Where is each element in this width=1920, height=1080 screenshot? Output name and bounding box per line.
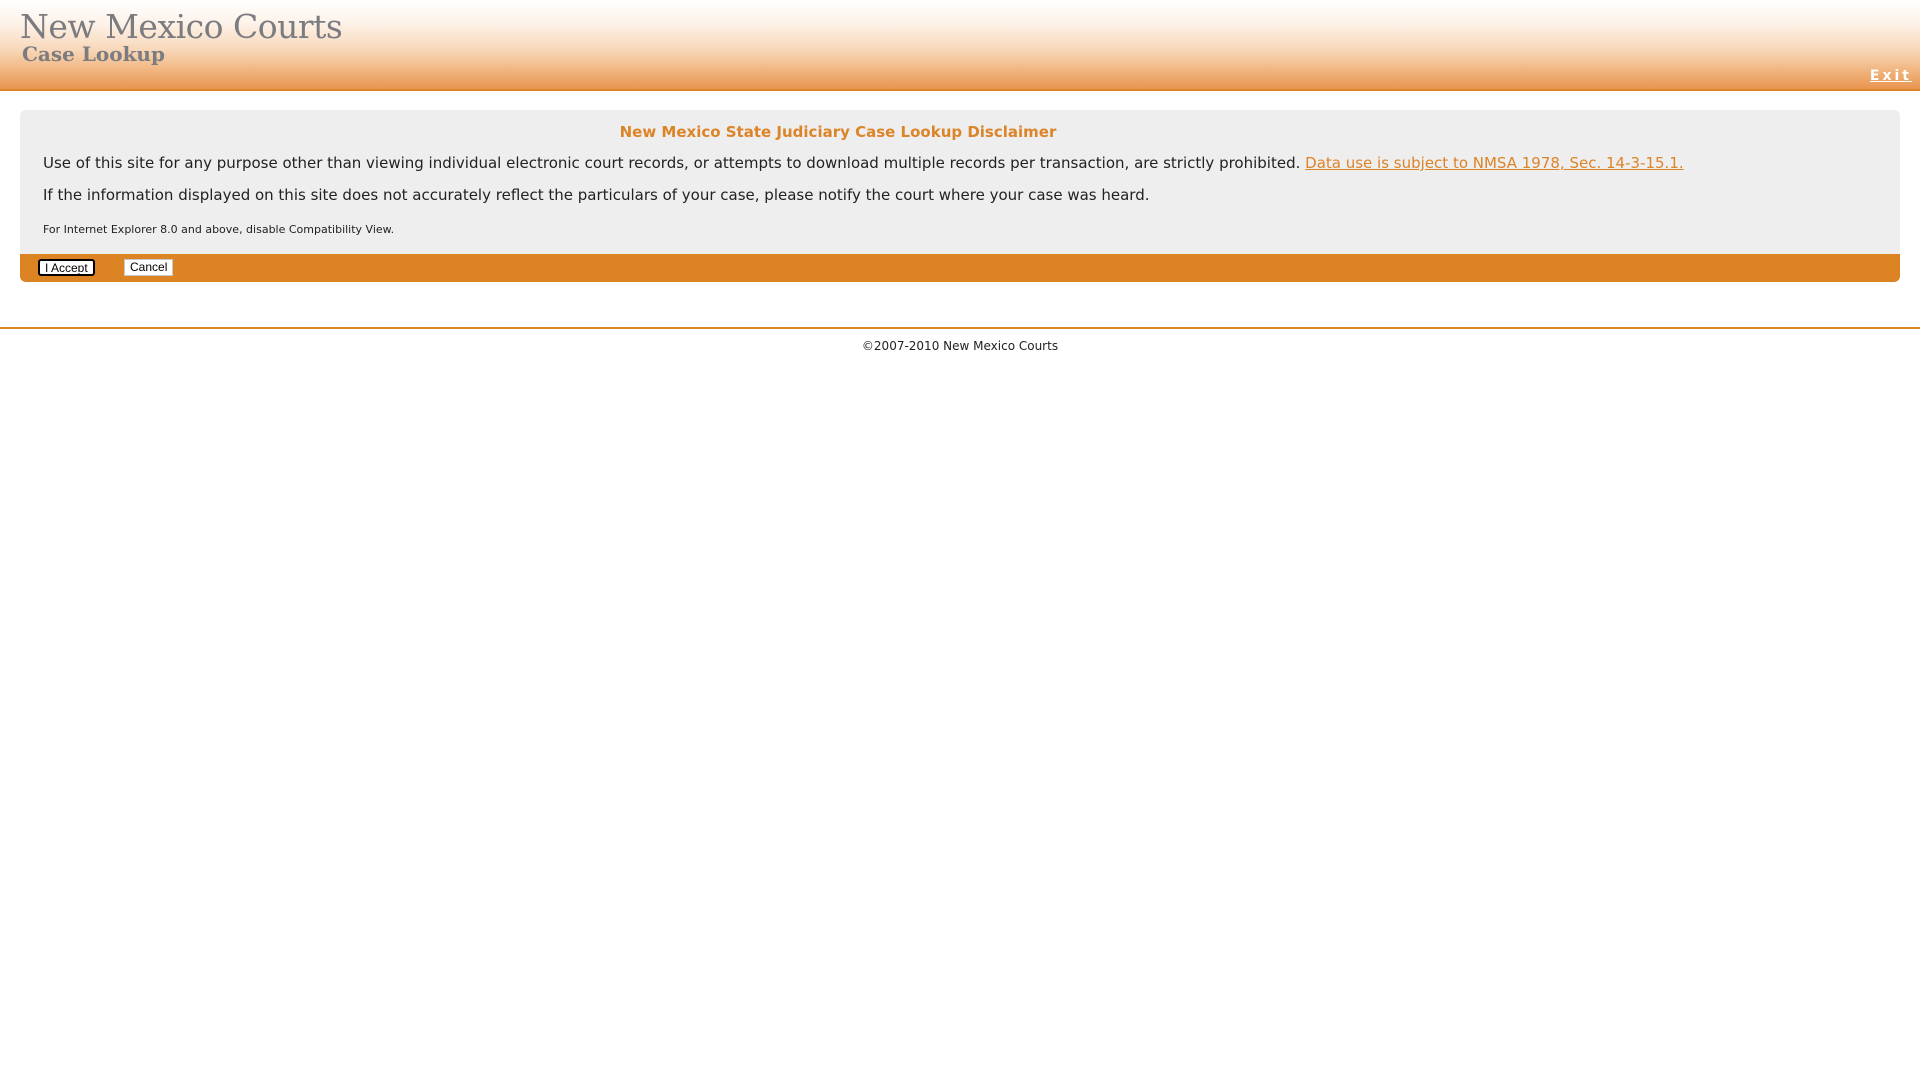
action-bar: I Accept Cancel — [20, 254, 1900, 282]
nmsa-statute-link[interactable]: Data use is subject to NMSA 1978, Sec. 1… — [1305, 154, 1683, 172]
cancel-button[interactable]: Cancel — [124, 259, 174, 276]
disclaimer-usage-text: Use of this site for any purpose other t… — [43, 154, 1301, 172]
site-subtitle: Case Lookup — [22, 42, 165, 66]
footer-divider — [0, 327, 1920, 329]
disclaimer-paragraph-usage: Use of this site for any purpose other t… — [43, 154, 1684, 172]
site-title: New Mexico Courts — [20, 7, 343, 46]
disclaimer-title: New Mexico State Judiciary Case Lookup D… — [619, 123, 1057, 141]
exit-link[interactable]: Exit — [1870, 68, 1912, 84]
disclaimer-paragraph-accuracy: If the information displayed on this sit… — [43, 186, 1150, 204]
disclaimer-panel: New Mexico State Judiciary Case Lookup D… — [20, 110, 1900, 282]
compatibility-note: For Internet Explorer 8.0 and above, dis… — [43, 223, 395, 236]
accept-button[interactable]: I Accept — [38, 259, 95, 276]
copyright-text: ©2007-2010 New Mexico Courts — [861, 339, 1059, 353]
page-header: New Mexico Courts Case Lookup Exit — [0, 0, 1920, 91]
